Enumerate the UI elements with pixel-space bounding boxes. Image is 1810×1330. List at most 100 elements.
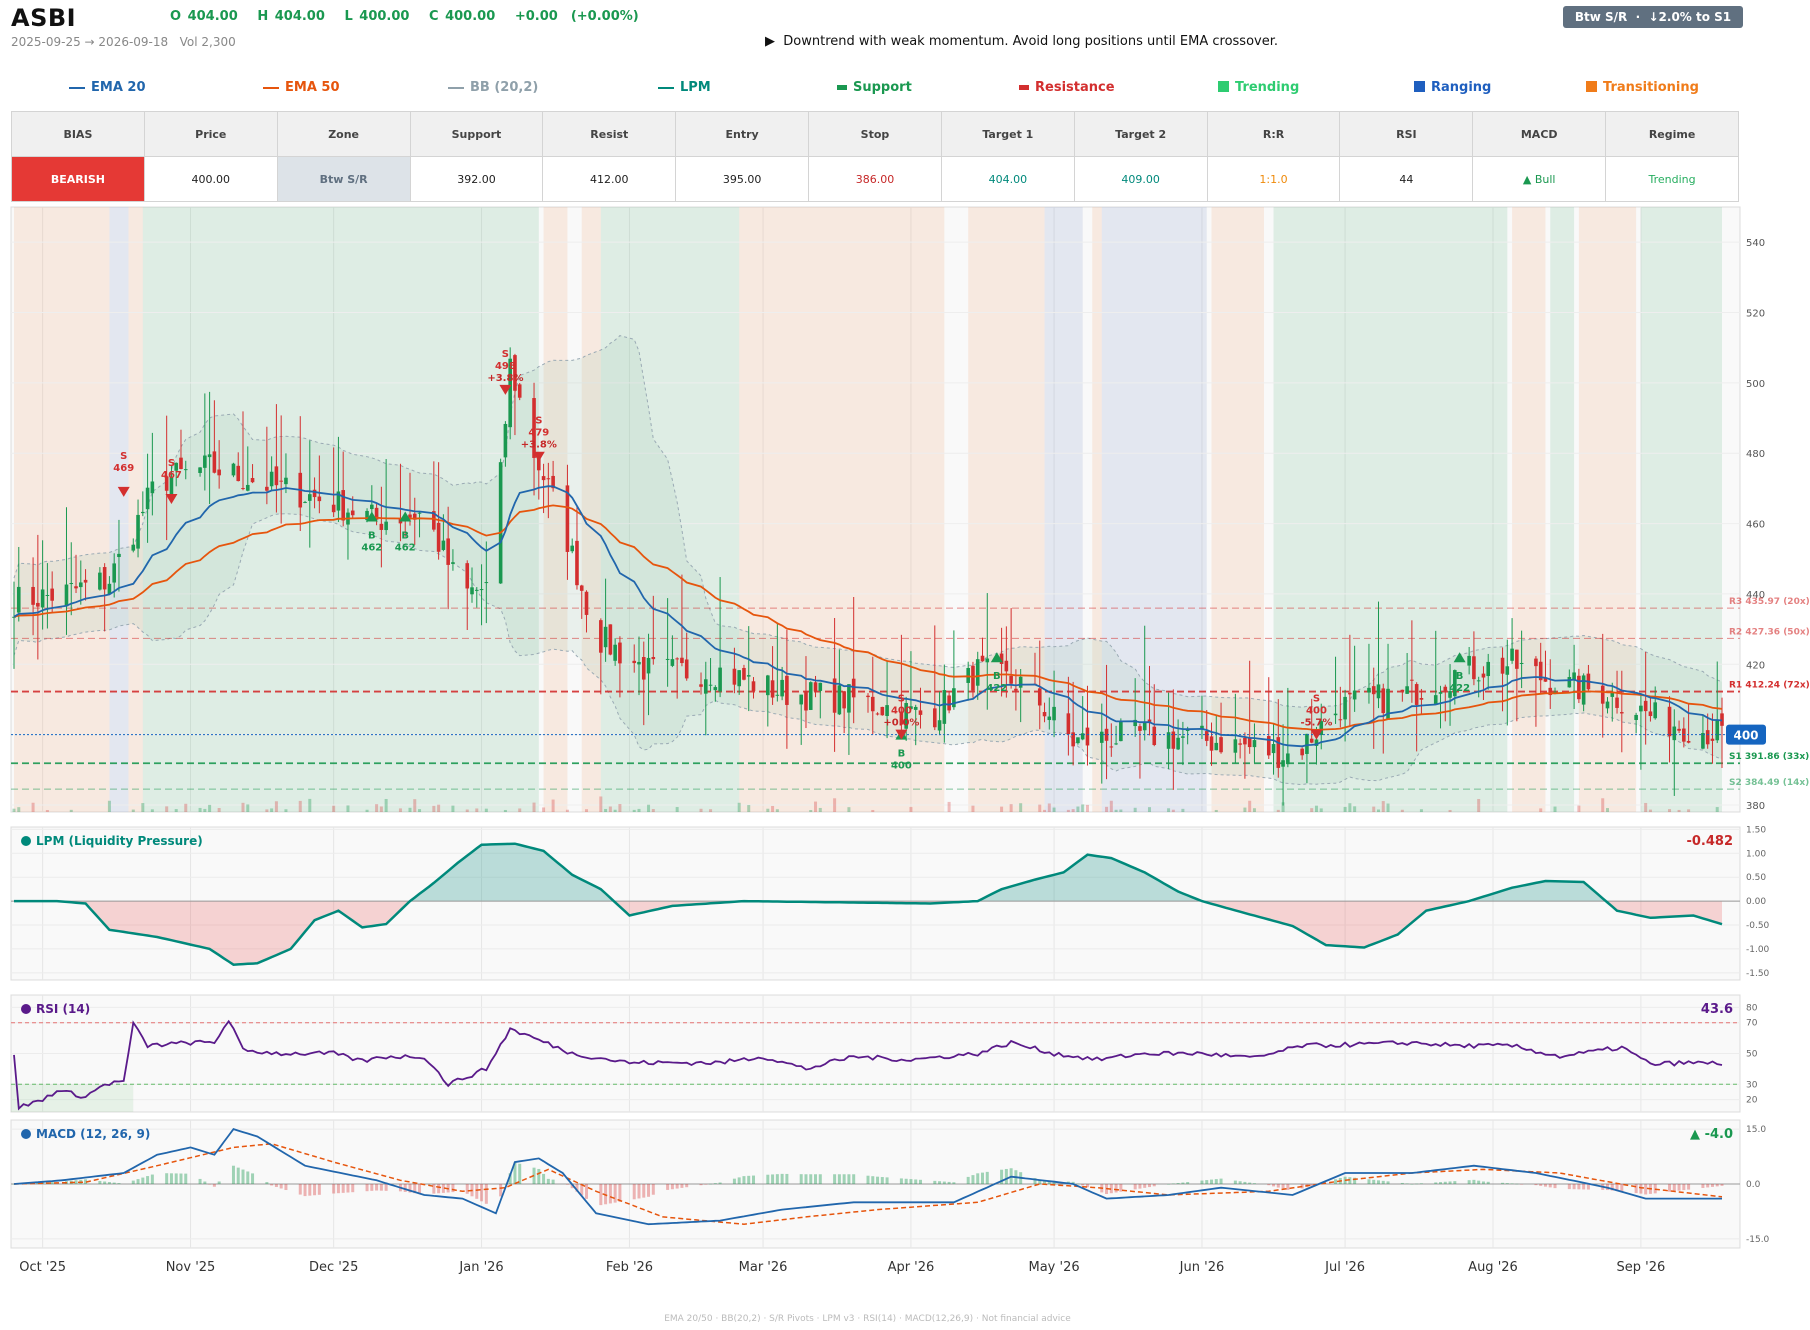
x-tick-label: Jul '26 [1324,1260,1365,1275]
candle-body [1605,701,1610,709]
macd-histogram-bar [909,1179,913,1184]
volume-bar [174,809,178,812]
macd-histogram-bar [713,1183,717,1184]
macd-histogram-bar [751,1175,755,1184]
macd-histogram-bar [1467,1180,1471,1184]
macd-histogram-bar [1548,1184,1552,1188]
macd-histogram-bar [1534,1184,1538,1186]
volume-bar [1376,809,1380,812]
volume-bar [418,809,422,812]
macd-histogram-bar [150,1174,154,1184]
macd-histogram-bar [565,1184,569,1185]
candle-body [1410,679,1414,681]
macd-histogram-bar [303,1184,307,1197]
candle-body [742,667,746,680]
macd-histogram-bar [1668,1184,1672,1192]
candle-body [1066,713,1071,735]
volume-bar [1000,806,1004,812]
candle-body [1705,730,1710,745]
candle-body [770,680,775,698]
macd-histogram-bar [279,1184,283,1189]
y-tick-label: -1.50 [1746,969,1770,979]
volume-bar [909,807,913,812]
candle-body [785,675,789,705]
candle-body [713,687,718,691]
candle-body [212,451,217,473]
candle-body [1343,696,1347,720]
volume-bar [1601,798,1605,812]
macd-histogram-bar [542,1173,546,1184]
macd-histogram-bar [1004,1168,1008,1184]
macd-histogram-bar [465,1184,469,1194]
candle-body [651,656,656,660]
regime-band [128,207,143,812]
candle-body [74,586,78,589]
macd-histogram-bar [1553,1184,1557,1189]
x-tick-label: Mar '26 [739,1260,788,1275]
candle-body [1376,684,1381,699]
macd-histogram-bar [952,1182,956,1184]
macd-histogram-bar [1219,1178,1223,1184]
macd-histogram-bar [384,1184,388,1191]
volume-bar [150,809,154,812]
volume-bar [451,805,455,812]
candle-body [503,423,508,458]
candle-body [474,589,479,591]
macd-histogram-bar [184,1173,188,1184]
macd-histogram-bar [938,1181,942,1184]
volume-bar [437,804,441,812]
y-tick-label: -15.0 [1746,1235,1770,1245]
macd-histogram-bar [685,1184,689,1188]
candle-body [1338,719,1343,721]
macd-histogram-bar [1505,1183,1509,1184]
candle-body [1519,662,1524,664]
macd-histogram-bar [1410,1184,1414,1185]
y-tick-label: 0.0 [1746,1180,1761,1190]
candle-body [484,582,489,584]
macd-histogram-bar [1252,1183,1256,1184]
volume-bar [270,808,274,812]
candle-body [670,659,675,666]
macd-histogram-bar [642,1184,646,1198]
macd-histogram-bar [518,1163,522,1184]
candle-body [1099,731,1104,743]
candle-body [875,713,880,715]
candle-body [837,685,842,715]
macd-histogram-bar [1415,1183,1419,1185]
volume-bar [384,798,388,812]
macd-histogram-bar [146,1176,150,1184]
candle-body [36,602,40,607]
x-tick-label: Jan '26 [458,1260,503,1275]
macd-histogram-bar [1453,1181,1457,1184]
signal-pnl-label: +3.8% [521,440,557,451]
candle-body [575,540,579,586]
macd-histogram-bar [98,1180,102,1184]
volume-bar [503,809,507,812]
macd-histogram-bar [1186,1182,1190,1184]
macd-histogram-bar [608,1184,612,1204]
macd-histogram-bar [1443,1181,1447,1184]
macd-histogram-bar [1634,1184,1638,1194]
volume-bar [475,808,479,812]
signal-price-label: 467 [161,470,182,481]
y-tick-label: 1.00 [1746,849,1766,859]
candle-body [866,695,870,698]
candle-body [870,696,875,712]
volume-bar [1248,800,1252,812]
macd-histogram-bar [837,1174,841,1184]
macd-histogram-bar [818,1174,822,1184]
candle-body [303,501,307,503]
volume-bar [833,798,837,812]
signal-side-label: S [120,451,127,462]
panel-dot-icon [21,836,31,846]
macd-histogram-bar [651,1184,655,1195]
candle-body [1534,658,1538,667]
macd-histogram-bar [1081,1184,1085,1186]
signal-pnl-label: +0.0% [883,718,919,729]
macd-histogram-bar [1644,1184,1648,1195]
candle-body [980,655,985,662]
macd-histogram-bar [1167,1184,1171,1185]
candle-body [847,684,851,713]
macd-histogram-bar [1687,1184,1691,1190]
candle-body [1181,736,1185,738]
